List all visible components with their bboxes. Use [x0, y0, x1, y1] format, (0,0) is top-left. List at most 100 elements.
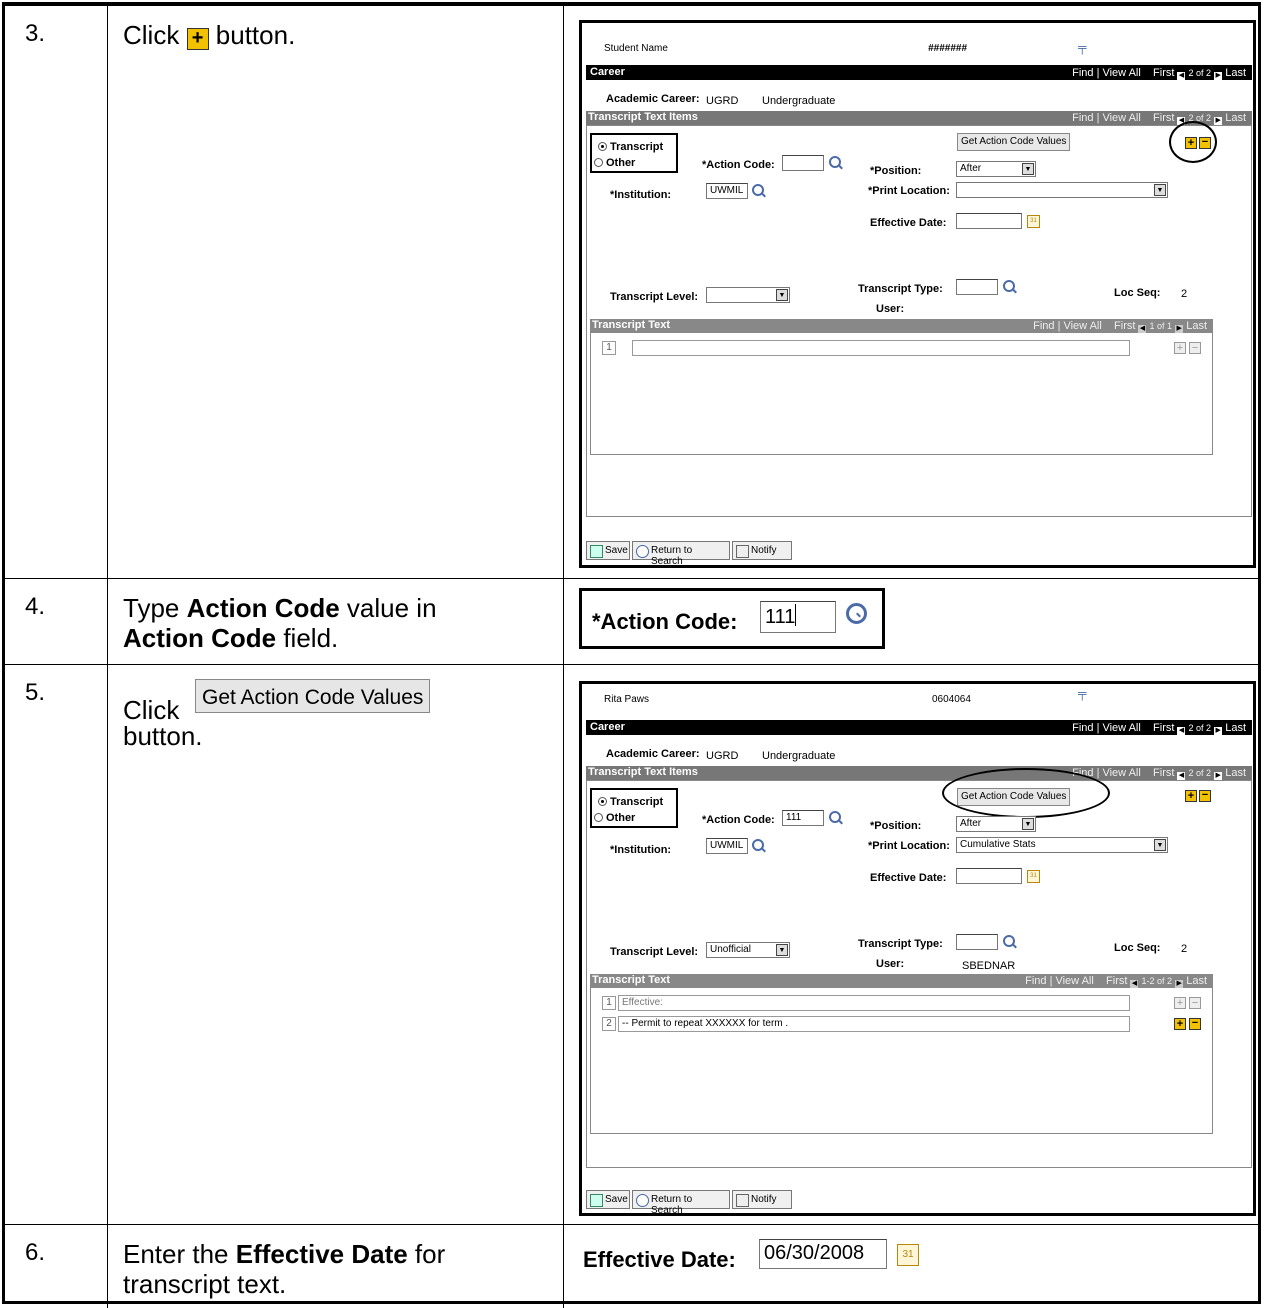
next-arrow-icon[interactable]: ▶: [1175, 325, 1184, 333]
institution-label: *Institution:: [610, 844, 672, 856]
last-link[interactable]: Last: [1225, 767, 1246, 779]
radio-transcript[interactable]: Transcript: [598, 141, 663, 153]
return-to-search-button[interactable]: Return to Search: [632, 541, 730, 567]
next-arrow-icon[interactable]: ▶: [1214, 72, 1223, 80]
student-id: 0604064: [932, 694, 971, 705]
add-row-button[interactable]: +: [1185, 790, 1197, 802]
print-location-select[interactable]: Cumulative Stats ▼: [956, 837, 1168, 853]
transcript-text-header: Transcript Text Find | View All First ◀ …: [590, 974, 1213, 988]
row-index: 2: [602, 1017, 616, 1031]
find-view-all-link[interactable]: Find | View All: [1072, 67, 1141, 79]
instruction-text: Enter the: [123, 1239, 236, 1269]
save-button[interactable]: Save: [586, 541, 630, 560]
add-row-button[interactable]: +: [1174, 342, 1186, 354]
prev-arrow-icon[interactable]: ◀: [1177, 772, 1186, 780]
lookup-icon[interactable]: [752, 839, 764, 851]
first-link[interactable]: First: [1153, 722, 1174, 734]
position-label: *Position:: [870, 165, 922, 177]
delete-row-button[interactable]: −: [1189, 1018, 1201, 1030]
radio-empty-icon: [594, 158, 603, 167]
lookup-icon[interactable]: [1003, 935, 1015, 947]
find-view-all-link[interactable]: Find | View All: [1072, 112, 1141, 124]
transcript-level-select[interactable]: ▼: [706, 287, 790, 303]
transcript-text-input[interactable]: [632, 340, 1130, 356]
transcript-type-input[interactable]: [956, 934, 998, 950]
chevron-down-icon: ▼: [1154, 839, 1166, 851]
last-link[interactable]: Last: [1225, 112, 1246, 124]
lookup-icon[interactable]: [829, 811, 841, 823]
next-arrow-icon[interactable]: ▶: [1175, 980, 1184, 988]
add-row-button[interactable]: +: [1174, 1018, 1186, 1030]
next-arrow-icon[interactable]: ▶: [1214, 117, 1223, 125]
next-arrow-icon[interactable]: ▶: [1214, 772, 1223, 780]
radio-transcript[interactable]: Transcript: [598, 796, 663, 808]
position-select[interactable]: After ▼: [956, 816, 1036, 832]
lookup-icon[interactable]: [1003, 280, 1015, 292]
effective-date-input[interactable]: [956, 868, 1022, 884]
transcript-text-input[interactable]: -- Permit to repeat XXXXXX for term .: [618, 1016, 1130, 1032]
institution-input[interactable]: UWMIL: [706, 183, 748, 199]
effective-date-input[interactable]: [956, 213, 1022, 229]
add-row-button[interactable]: +: [1174, 997, 1186, 1009]
transcript-text-input[interactable]: Effective:: [618, 995, 1130, 1011]
radio-selected-icon: [598, 142, 607, 151]
last-link[interactable]: Last: [1225, 722, 1246, 734]
notify-button[interactable]: Notify: [732, 541, 792, 560]
step-instruction: Type Action Code value in Action Code fi…: [109, 579, 564, 664]
last-link[interactable]: Last: [1186, 975, 1207, 987]
next-arrow-icon[interactable]: ▶: [1214, 727, 1223, 735]
prev-arrow-icon[interactable]: ◀: [1138, 325, 1147, 333]
step-number: 3.: [5, 6, 108, 578]
first-link[interactable]: First: [1153, 67, 1174, 79]
last-link[interactable]: Last: [1186, 320, 1207, 332]
delete-row-button[interactable]: −: [1189, 997, 1201, 1009]
items-title: Transcript Text Items: [588, 766, 698, 778]
find-view-all-link[interactable]: Find | View All: [1033, 320, 1102, 332]
lookup-icon[interactable]: [846, 603, 867, 624]
get-action-code-values-button[interactable]: Get Action Code Values: [957, 133, 1071, 151]
prev-arrow-icon[interactable]: ◀: [1177, 72, 1186, 80]
calendar-icon[interactable]: 31: [1027, 215, 1040, 228]
items-title: Transcript Text Items: [588, 111, 698, 123]
action-code-input[interactable]: [782, 155, 824, 171]
instruction-bold: Effective Date: [235, 1239, 408, 1269]
text-cursor: [795, 604, 797, 626]
radio-selected-icon: [598, 797, 607, 806]
find-view-all-link[interactable]: Find | View All: [1025, 975, 1094, 987]
notify-label: Notify: [751, 1194, 777, 1205]
prev-arrow-icon[interactable]: ◀: [1177, 727, 1186, 735]
transcript-type-input[interactable]: [956, 279, 998, 295]
delete-row-button[interactable]: −: [1199, 790, 1211, 802]
last-link[interactable]: Last: [1225, 67, 1246, 79]
first-link[interactable]: First: [1114, 320, 1135, 332]
calendar-icon[interactable]: 31: [1027, 870, 1040, 883]
user-label: User:: [876, 303, 905, 315]
step-row-6: 6. Enter the Effective Date for transcri…: [5, 1225, 1258, 1308]
step-row-3: 3. Click + button. Student Name ####### …: [5, 6, 1258, 579]
return-to-search-button[interactable]: Return to Search: [632, 1190, 730, 1216]
transcript-level-select[interactable]: Unofficial ▼: [706, 942, 790, 958]
radio-other[interactable]: Other: [594, 157, 635, 169]
action-code-input[interactable]: 111: [782, 810, 824, 826]
calendar-icon[interactable]: 31: [897, 1244, 919, 1266]
notify-button[interactable]: Notify: [732, 1190, 792, 1209]
institution-input[interactable]: UWMIL: [706, 838, 748, 854]
position-select[interactable]: After ▼: [956, 161, 1036, 177]
effective-date-input[interactable]: 06/30/2008: [759, 1239, 887, 1269]
first-link[interactable]: First: [1153, 767, 1174, 779]
first-link[interactable]: First: [1153, 112, 1174, 124]
save-button[interactable]: Save: [586, 1190, 630, 1209]
action-code-input[interactable]: 111: [760, 601, 836, 633]
loc-seq-value: 2: [1181, 288, 1188, 300]
prev-arrow-icon[interactable]: ◀: [1130, 980, 1139, 988]
lookup-icon[interactable]: [829, 156, 841, 168]
highlight-circle: [1169, 121, 1217, 163]
lookup-icon[interactable]: [752, 184, 764, 196]
radio-other[interactable]: Other: [594, 812, 635, 824]
find-view-all-link[interactable]: Find | View All: [1072, 722, 1141, 734]
delete-row-button[interactable]: −: [1189, 342, 1201, 354]
action-code-label: *Action Code:: [702, 159, 775, 171]
print-location-select[interactable]: ▼: [956, 182, 1168, 198]
first-link[interactable]: First: [1106, 975, 1127, 987]
notify-icon: [736, 1194, 749, 1207]
